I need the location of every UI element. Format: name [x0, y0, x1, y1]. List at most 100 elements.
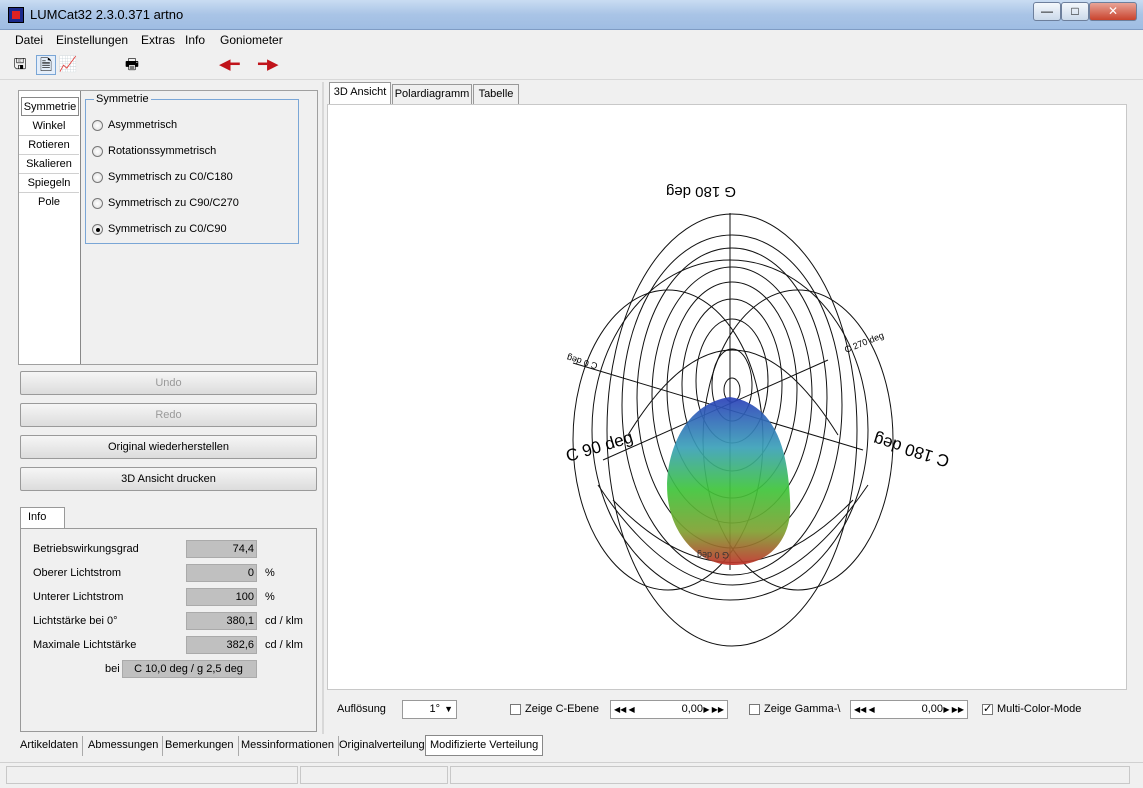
tab-pole[interactable]: Pole	[19, 193, 79, 212]
arrow-right-icon[interactable]: ━▶	[258, 55, 279, 75]
radio-label: Asymmetrisch	[108, 119, 178, 131]
tab-tabelle[interactable]: Tabelle	[473, 84, 519, 104]
right-edge	[1131, 82, 1143, 752]
last-icon[interactable]: ▶ ▶▶	[943, 701, 964, 718]
tab-modifizierte-verteilung[interactable]: Modifizierte Verteilung	[425, 735, 544, 756]
radio-label: Rotationssymmetrisch	[108, 145, 217, 157]
info-unit: cd / klm	[265, 615, 303, 627]
radio-label: Symmetrisch zu C0/C90	[108, 223, 227, 235]
restore-original-button[interactable]: Original wiederherstellen	[20, 435, 317, 459]
status-cell	[300, 766, 448, 784]
bottom-tabs: Artikeldaten Abmessungen Bemerkungen Mes…	[10, 735, 1130, 757]
menu-einstellungen[interactable]: Einstellungen	[56, 33, 128, 47]
tab-3d-ansicht[interactable]: 3D Ansicht	[329, 82, 391, 105]
radio-c0-c90[interactable]: Symmetrisch zu C0/C90	[92, 222, 227, 238]
info-value: 382,6	[186, 636, 257, 654]
gamma-spinner[interactable]: ◀◀ ◀ 0,00 ▶ ▶▶	[850, 700, 968, 719]
radio-icon[interactable]	[92, 119, 103, 131]
tab-info[interactable]: Info	[20, 507, 65, 529]
radio-icon[interactable]	[92, 145, 103, 157]
radio-rotationssymmetrisch[interactable]: Rotationssymmetrisch	[92, 144, 216, 160]
c-plane-checkbox[interactable]: Zeige C-Ebene	[510, 703, 599, 715]
maximize-button[interactable]: □	[1061, 2, 1089, 21]
status-cell	[6, 766, 298, 784]
info-label: Lichtstärke bei 0°	[33, 615, 118, 627]
tab-rotieren[interactable]: Rotieren	[19, 136, 79, 155]
checkbox-icon[interactable]	[749, 703, 760, 715]
bei-value: C 10,0 deg / g 2,5 deg	[122, 660, 257, 678]
tab-messinformationen[interactable]: Messinformationen	[237, 736, 339, 756]
info-label: Betriebswirkungsgrad	[33, 543, 139, 555]
app-icon	[8, 7, 24, 23]
info-label: Oberer Lichtstrom	[33, 567, 122, 579]
minimize-button[interactable]: —	[1033, 2, 1061, 21]
title-bar: LUMCat32 2.3.0.371 artno — □ ✕	[0, 0, 1143, 30]
resolution-value: 1°	[429, 703, 440, 715]
print-3d-button[interactable]: 3D Ansicht drucken	[20, 467, 317, 491]
label-c90: C 90 deg	[564, 427, 636, 465]
radio-icon[interactable]	[92, 223, 103, 235]
label-c270: C 270 deg	[843, 330, 885, 355]
radio-c0-c180[interactable]: Symmetrisch zu C0/C180	[92, 170, 233, 186]
tab-bemerkungen[interactable]: Bemerkungen	[161, 736, 239, 756]
tab-spiegeln[interactable]: Spiegeln	[19, 174, 79, 193]
info-unit: %	[265, 567, 275, 579]
last-icon[interactable]: ▶ ▶▶	[703, 701, 724, 718]
radio-icon[interactable]	[92, 197, 103, 209]
print-icon[interactable]: 🖶	[122, 55, 142, 75]
menu-extras[interactable]: Extras	[141, 33, 175, 47]
save-icon[interactable]: 🖫	[10, 55, 30, 75]
info-value: 0	[186, 564, 257, 582]
first-icon[interactable]: ◀◀ ◀	[614, 701, 635, 718]
menu-info[interactable]: Info	[185, 33, 205, 47]
3d-view[interactable]: G 180 deg C 90 deg C 180 deg C 0 deg C 2…	[327, 104, 1127, 690]
status-cell	[450, 766, 1130, 784]
info-value: 380,1	[186, 612, 257, 630]
redo-button[interactable]: Redo	[20, 403, 317, 427]
c-plane-label: Zeige C-Ebene	[525, 703, 599, 715]
first-icon[interactable]: ◀◀ ◀	[854, 701, 875, 718]
tab-originalverteilung[interactable]: Originalverteilung	[335, 736, 430, 756]
radio-label: Symmetrisch zu C90/C270	[108, 197, 239, 209]
radio-label: Symmetrisch zu C0/C180	[108, 171, 233, 183]
gamma-checkbox[interactable]: Zeige Gamma-\	[749, 703, 840, 715]
chevron-down-icon[interactable]: ▼	[444, 701, 453, 718]
info-value: 100	[186, 588, 257, 606]
tab-skalieren[interactable]: Skalieren	[19, 155, 79, 174]
tab-winkel[interactable]: Winkel	[19, 117, 79, 136]
radio-c90-c270[interactable]: Symmetrisch zu C90/C270	[92, 196, 239, 212]
view-controls: Auflösung 1° ▼ Zeige C-Ebene ◀◀ ◀ 0,00 ▶…	[327, 690, 1127, 732]
symmetry-content: Symmetrie Asymmetrisch Rotationssymmetri…	[81, 91, 317, 364]
info-panel: Betriebswirkungsgrad 74,4 Oberer Lichtst…	[20, 528, 317, 732]
c-plane-spinner[interactable]: ◀◀ ◀ 0,00 ▶ ▶▶	[610, 700, 728, 719]
radio-asymmetrisch[interactable]: Asymmetrisch	[92, 118, 177, 134]
close-button[interactable]: ✕	[1089, 2, 1137, 21]
radio-icon[interactable]	[92, 171, 103, 183]
multicolor-label: Multi-Color-Mode	[997, 703, 1082, 715]
multicolor-checkbox[interactable]: Multi-Color-Mode	[982, 702, 1082, 715]
tab-artikeldaten[interactable]: Artikeldaten	[16, 736, 84, 756]
menu-bar: Datei Einstellungen Extras Info Goniomet…	[0, 30, 1143, 50]
checkbox-icon[interactable]	[510, 703, 521, 715]
splitter[interactable]	[322, 82, 324, 734]
window-title: LUMCat32 2.3.0.371 artno	[30, 7, 184, 22]
checkbox-icon[interactable]	[982, 702, 993, 715]
vertical-tabs: Symmetrie Winkel Rotieren Skalieren Spie…	[19, 91, 81, 364]
label-c180: C 180 deg	[871, 430, 952, 471]
info-label: Maximale Lichtstärke	[33, 639, 137, 651]
tab-polardiagramm[interactable]: Polardiagramm	[392, 84, 472, 104]
open-file-icon[interactable]: 🗎	[36, 55, 56, 75]
symmetry-groupbox: Symmetrie Asymmetrisch Rotationssymmetri…	[85, 93, 299, 244]
chart-icon[interactable]: 📈	[58, 55, 78, 75]
info-unit: cd / klm	[265, 639, 303, 651]
tab-abmessungen[interactable]: Abmessungen	[84, 736, 164, 756]
tab-symmetrie[interactable]: Symmetrie	[21, 97, 79, 116]
photometric-3d-plot: G 180 deg C 90 deg C 180 deg C 0 deg C 2…	[564, 183, 952, 647]
status-bar	[0, 762, 1143, 788]
undo-button[interactable]: Undo	[20, 371, 317, 395]
menu-datei[interactable]: Datei	[15, 33, 43, 47]
menu-goniometer[interactable]: Goniometer	[220, 33, 283, 47]
symmetry-legend: Symmetrie	[94, 93, 151, 105]
arrow-left-icon[interactable]: ◀━	[219, 55, 240, 75]
resolution-select[interactable]: 1° ▼	[402, 700, 457, 719]
